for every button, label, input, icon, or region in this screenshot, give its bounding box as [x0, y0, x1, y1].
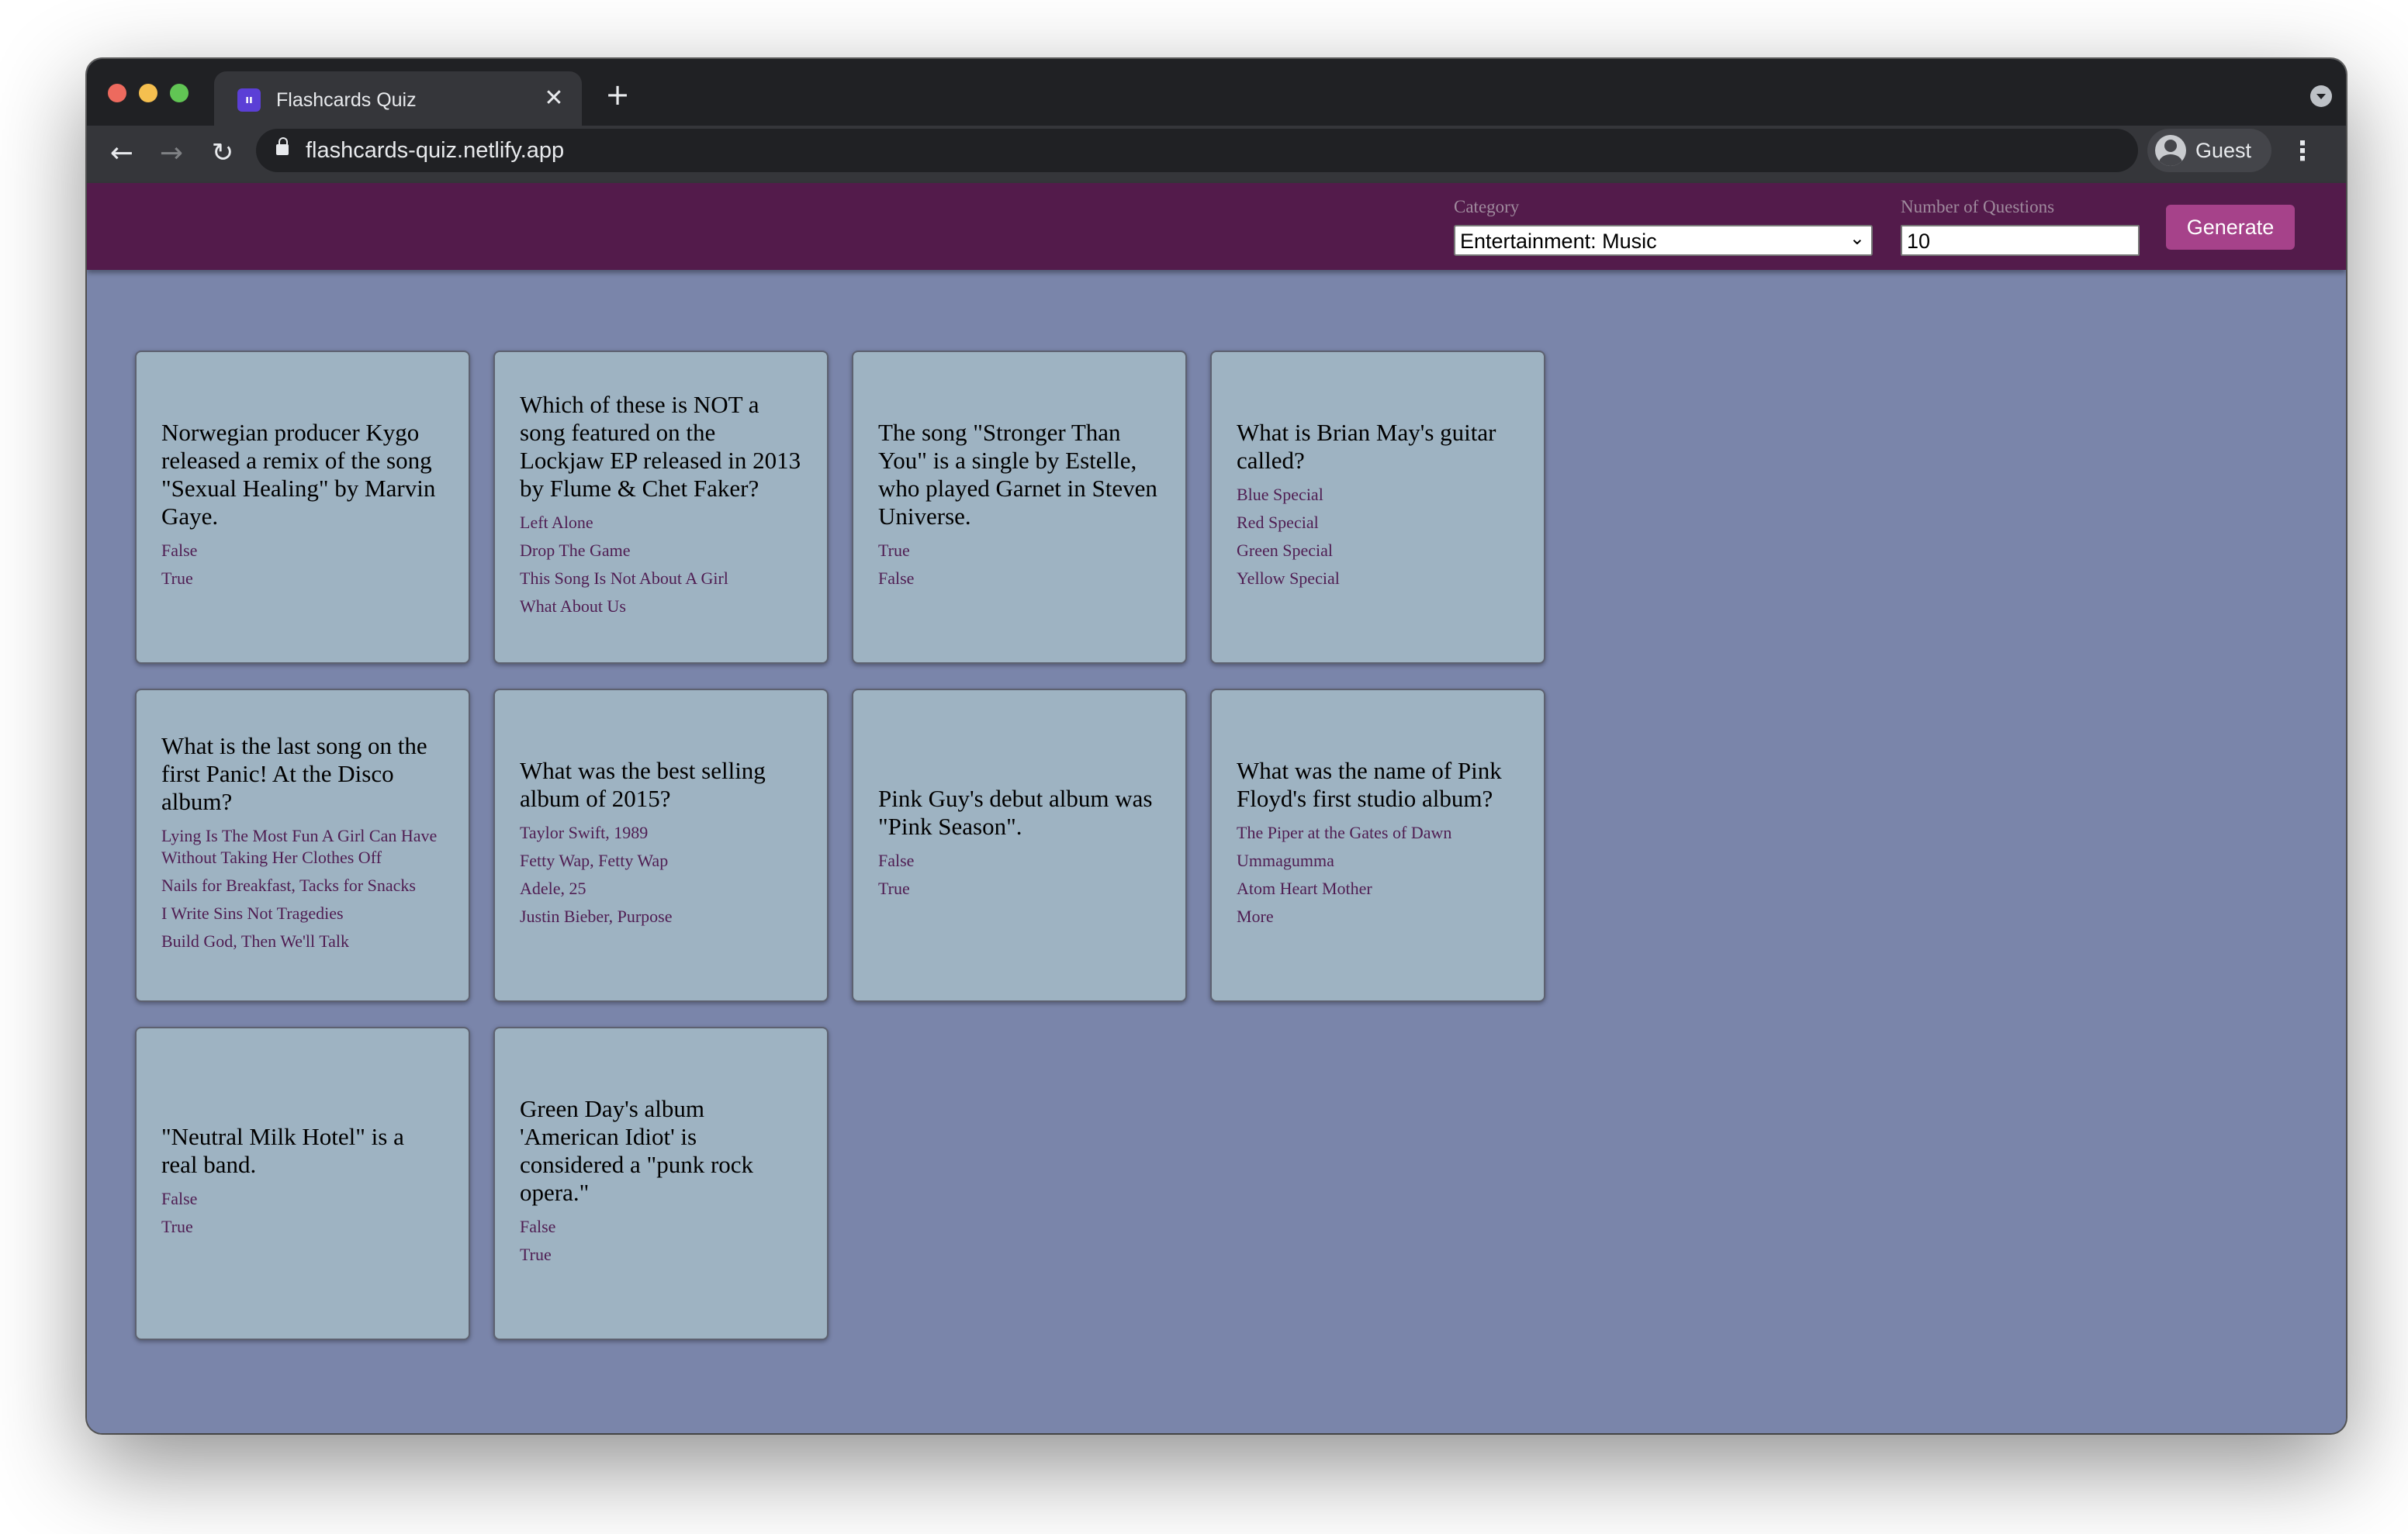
flashcard-answer-option[interactable]: Adele, 25	[520, 878, 802, 900]
lock-icon[interactable]	[276, 137, 289, 155]
tab-title: Flashcards Quiz	[276, 89, 417, 111]
flashcard-answer-option[interactable]: True	[161, 568, 444, 589]
flashcard-question: Pink Guy's debut album was "Pink Season"…	[878, 785, 1153, 840]
flashcard-answer-option[interactable]: Atom Heart Mother	[1237, 878, 1519, 900]
flashcard-question: What is Brian May's guitar called?	[1237, 419, 1496, 474]
flashcard-answer-option[interactable]: Justin Bieber, Purpose	[520, 906, 802, 928]
flashcard-question: "Neutral Milk Hotel" is a real band.	[161, 1123, 404, 1178]
minimize-window-button[interactable]	[139, 84, 157, 102]
flashcard-answer-option[interactable]: Yellow Special	[1237, 568, 1519, 589]
new-tab-icon[interactable]: +	[602, 78, 633, 112]
flashcard[interactable]: Which of these is NOT a song featured on…	[493, 351, 829, 664]
flashcard-answer-option[interactable]: Drop The Game	[520, 540, 802, 561]
flashcard-answer-option[interactable]: Fetty Wap, Fetty Wap	[520, 850, 802, 872]
tab-search-icon[interactable]	[2310, 85, 2332, 107]
flashcard-answer-option[interactable]: False	[878, 850, 1161, 872]
flashcard-answer-option[interactable]: What About Us	[520, 596, 802, 617]
url-text[interactable]: flashcards-quiz.netlify.app	[306, 136, 564, 164]
flashcard-answer-option[interactable]: I Write Sins Not Tragedies	[161, 903, 444, 924]
flashcard-question: Green Day's album 'American Idiot' is co…	[520, 1095, 754, 1206]
flashcard-answer-option[interactable]: False	[520, 1216, 802, 1238]
flashcard-answer-option[interactable]: True	[520, 1244, 802, 1266]
flashcard-answer-option[interactable]: False	[878, 568, 1161, 589]
browser-toolbar: ← → ↻ flashcards-quiz.netlify.app Guest …	[87, 126, 2346, 183]
forward-arrow-icon[interactable]: →	[152, 133, 191, 172]
number-of-questions-label: Number of Questions	[1901, 197, 2055, 216]
category-select[interactable]: Entertainment: Music ⌄	[1454, 225, 1873, 256]
category-selected-value: Entertainment: Music	[1460, 230, 1657, 253]
profile-button[interactable]: Guest	[2147, 129, 2271, 172]
generate-button[interactable]: Generate	[2166, 205, 2295, 250]
flashcard-answer-option[interactable]: Taylor Swift, 1989	[520, 822, 802, 844]
reload-icon[interactable]: ↻	[203, 133, 242, 172]
maximize-window-button[interactable]	[170, 84, 189, 102]
close-window-button[interactable]	[108, 84, 126, 102]
address-bar[interactable]: flashcards-quiz.netlify.app	[256, 129, 2138, 172]
chevron-down-icon: ⌄	[1849, 227, 1865, 249]
flashcard-question: What was the name of Pink Floyd's first …	[1237, 757, 1502, 812]
flashcard[interactable]: What was the name of Pink Floyd's first …	[1210, 689, 1545, 1002]
flashcard[interactable]: Norwegian producer Kygo released a remix…	[135, 351, 470, 664]
flashcard-answer-option[interactable]: The Piper at the Gates of Dawn	[1237, 822, 1519, 844]
flashcard-answer-option[interactable]: Nails for Breakfast, Tacks for Snacks	[161, 875, 444, 897]
app-header: Category Entertainment: Music ⌄ Number o…	[87, 183, 2346, 270]
flashcard-answer-option[interactable]: Lying Is The Most Fun A Girl Can Have Wi…	[161, 825, 444, 869]
profile-label: Guest	[2195, 139, 2252, 162]
flashcard-answer-option[interactable]: True	[878, 878, 1161, 900]
flashcard-question: What was the best selling album of 2015?	[520, 757, 766, 812]
tab-strip: ıı Flashcards Quiz ✕ +	[87, 59, 2346, 126]
flashcard-answer-option[interactable]: False	[161, 540, 444, 561]
browser-tab[interactable]: ıı Flashcards Quiz ✕	[214, 71, 582, 126]
flashcard-question: Norwegian producer Kygo released a remix…	[161, 419, 436, 530]
flashcard-answer-option[interactable]: False	[161, 1188, 444, 1210]
flashcard-answer-option[interactable]: True	[161, 1216, 444, 1238]
flashcard-answer-option[interactable]: Green Special	[1237, 540, 1519, 561]
flashcard[interactable]: What is the last song on the first Panic…	[135, 689, 470, 1002]
back-arrow-icon[interactable]: ←	[102, 133, 141, 172]
flashcard-question: What is the last song on the first Panic…	[161, 732, 427, 815]
avatar-icon	[2155, 135, 2186, 166]
flashcard-question: Which of these is NOT a song featured on…	[520, 391, 801, 502]
flashcard[interactable]: What is Brian May's guitar called? Blue S…	[1210, 351, 1545, 664]
flashcard-answer-option[interactable]: Red Special	[1237, 512, 1519, 534]
browser-window: ıı Flashcards Quiz ✕ + ← → ↻ flashcards-…	[87, 59, 2346, 1433]
flashcard-answer-option[interactable]: More	[1237, 906, 1519, 928]
flashcard[interactable]: What was the best selling album of 2015?…	[493, 689, 829, 1002]
flashcard[interactable]: The song "Stronger Than You" is a single…	[852, 351, 1187, 664]
flashcard-answer-option[interactable]: Blue Special	[1237, 484, 1519, 506]
flashcard[interactable]: Green Day's album 'American Idiot' is co…	[493, 1027, 829, 1340]
flashcard-answer-option[interactable]: True	[878, 540, 1161, 561]
flashcard-grid: Norwegian producer Kygo released a remix…	[135, 351, 1564, 1340]
browser-menu-icon[interactable]: ⋮	[2287, 132, 2318, 171]
app-favicon-icon: ıı	[237, 88, 261, 112]
page-content: Category Entertainment: Music ⌄ Number o…	[87, 183, 2346, 1433]
close-tab-icon[interactable]: ✕	[540, 84, 568, 112]
number-of-questions-input[interactable]: 10	[1901, 225, 2140, 256]
flashcard-question: The song "Stronger Than You" is a single…	[878, 419, 1157, 530]
flashcard[interactable]: "Neutral Milk Hotel" is a real band. Fals…	[135, 1027, 470, 1340]
number-of-questions-value: 10	[1907, 230, 1931, 253]
flashcard-answer-option[interactable]: Left Alone	[520, 512, 802, 534]
flashcard-answer-option[interactable]: This Song Is Not About A Girl	[520, 568, 802, 589]
flashcard-answer-option[interactable]: Build God, Then We'll Talk	[161, 931, 444, 952]
flashcard[interactable]: Pink Guy's debut album was "Pink Season"…	[852, 689, 1187, 1002]
category-label: Category	[1454, 197, 1520, 216]
flashcard-answer-option[interactable]: Ummagumma	[1237, 850, 1519, 872]
